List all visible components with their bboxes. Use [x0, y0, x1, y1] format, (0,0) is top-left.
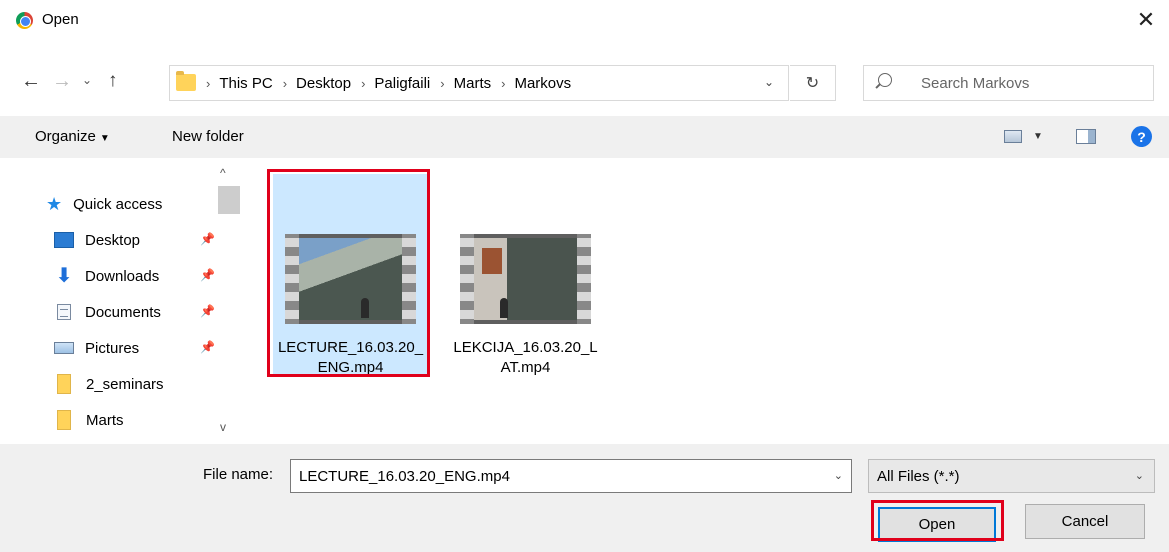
breadcrumb-separator-icon[interactable]: ›	[361, 76, 365, 91]
breadcrumb-separator-icon[interactable]: ›	[283, 76, 287, 91]
sidebar-item-downloads[interactable]: ⬇ Downloads	[54, 262, 160, 290]
film-strip-icon	[460, 234, 474, 324]
refresh-button[interactable]: ↻	[790, 65, 836, 101]
file-type-select[interactable]: All Files (*.*) ⌄	[868, 459, 1155, 493]
help-icon[interactable]: ?	[1131, 126, 1152, 147]
sidebar-item-2-seminars[interactable]: 2_seminars	[54, 370, 164, 398]
pictures-icon	[54, 342, 74, 354]
caret-down-icon: ▼	[99, 133, 110, 144]
scrollbar-thumb[interactable]	[218, 186, 240, 214]
sidebar-item-pictures[interactable]: Pictures	[54, 334, 139, 362]
sidebar-item-label: Pictures	[85, 339, 140, 357]
address-dropdown-chevron-icon[interactable]: ⌄	[764, 75, 774, 89]
star-icon: ★	[46, 194, 63, 214]
sidebar-item-label: Marts	[86, 411, 124, 429]
navigation-pane: ★ Quick access Desktop 📌 ⬇ Downloads 📌 D…	[0, 158, 243, 444]
chevron-down-icon[interactable]: ⌄	[834, 469, 843, 482]
video-thumbnail-icon	[460, 234, 591, 324]
sidebar-item-desktop[interactable]: Desktop	[54, 226, 140, 254]
navigation-bar: ← → ⌄ ↑ › This PC › Desktop › Paligfaili…	[0, 58, 1169, 108]
scroll-up-arrow-icon[interactable]: ^	[220, 166, 226, 180]
file-name-field-label: File name:	[203, 466, 274, 483]
sidebar-item-label: 2_seminars	[86, 375, 164, 393]
sidebar-item-documents[interactable]: Documents	[54, 298, 161, 326]
back-arrow-icon[interactable]: ←	[21, 70, 41, 93]
breadcrumb-paligfaili[interactable]: Paligfaili	[374, 75, 430, 92]
recent-locations-chevron-icon[interactable]: ⌄	[82, 73, 92, 87]
pin-icon: 📌	[200, 268, 215, 282]
annotation-highlight-box	[267, 169, 430, 377]
annotation-highlight-box	[871, 500, 1004, 541]
window-title: Open	[42, 11, 79, 28]
video-frame	[474, 238, 577, 320]
breadcrumb-markovs[interactable]: Markovs	[514, 75, 571, 92]
cancel-button[interactable]: Cancel	[1025, 504, 1145, 539]
file-name-label: LEKCIJA_16.03.20_LAT.mp4	[453, 339, 598, 376]
desktop-icon	[54, 232, 74, 248]
file-name-field[interactable]: LECTURE_16.03.20_ENG.mp4 ⌄	[290, 459, 852, 493]
breadcrumb-separator-icon[interactable]: ›	[440, 76, 444, 91]
film-strip-icon	[577, 234, 591, 324]
breadcrumb-marts[interactable]: Marts	[454, 75, 492, 92]
file-list: LECTURE_16.03.20_ENG.mp4 LEKCIJA_16.03.2…	[243, 158, 1169, 444]
title-bar: Open ✕	[0, 0, 1169, 40]
documents-icon	[57, 304, 71, 320]
view-options-caret-icon[interactable]: ▼	[1033, 131, 1043, 142]
folder-icon	[57, 410, 71, 430]
sidebar-item-label: Downloads	[85, 267, 160, 285]
sidebar-item-quick-access[interactable]: ★ Quick access	[46, 190, 162, 218]
sidebar-item-marts[interactable]: Marts	[54, 406, 124, 434]
sidebar-item-label: Desktop	[85, 231, 141, 249]
download-icon: ⬇	[55, 265, 73, 287]
file-type-value: All Files (*.*)	[877, 468, 960, 485]
address-bar[interactable]: › This PC › Desktop › Paligfaili › Marts…	[169, 65, 789, 101]
pin-icon: 📌	[200, 304, 215, 318]
close-button[interactable]: ✕	[1123, 0, 1169, 40]
organize-button[interactable]: Organize ▼	[35, 128, 110, 145]
command-toolbar: Organize ▼ New folder ▼ ?	[0, 116, 1169, 158]
sidebar-item-label: Documents	[85, 303, 161, 321]
scroll-down-arrow-icon[interactable]: v	[220, 420, 226, 434]
organize-label: Organize	[35, 128, 96, 145]
chrome-icon	[16, 12, 33, 29]
folder-icon	[176, 71, 196, 91]
search-icon	[878, 73, 892, 87]
change-view-icon[interactable]	[1004, 130, 1022, 143]
breadcrumb-separator-icon[interactable]: ›	[501, 76, 505, 91]
breadcrumb-this-pc[interactable]: This PC	[219, 75, 272, 92]
folder-icon	[57, 374, 71, 394]
file-item-lekcija-lat[interactable]: LEKCIJA_16.03.20_LAT.mp4	[448, 174, 603, 376]
pin-icon: 📌	[200, 340, 215, 354]
lecturer-figure	[500, 298, 508, 318]
open-file-dialog: Open ✕ ← → ⌄ ↑ › This PC › Desktop › Pal…	[0, 0, 1169, 552]
chevron-down-icon: ⌄	[1134, 470, 1144, 482]
pin-icon: 📌	[200, 232, 215, 246]
breadcrumb: › This PC › Desktop › Paligfaili › Marts…	[204, 75, 579, 92]
breadcrumb-separator-icon[interactable]: ›	[206, 76, 210, 91]
sidebar-item-label: Quick access	[73, 195, 163, 213]
breadcrumb-desktop[interactable]: Desktop	[296, 75, 351, 92]
forward-arrow-icon[interactable]: →	[52, 70, 72, 93]
dialog-footer: File name: LECTURE_16.03.20_ENG.mp4 ⌄ Al…	[0, 444, 1169, 552]
search-placeholder: Search Markovs	[921, 75, 1030, 92]
search-input[interactable]: Search Markovs	[863, 65, 1154, 101]
new-folder-button[interactable]: New folder	[172, 128, 244, 145]
preview-pane-icon[interactable]	[1076, 129, 1096, 144]
up-arrow-icon[interactable]: ↑	[108, 70, 118, 92]
file-name-value: LECTURE_16.03.20_ENG.mp4	[299, 468, 510, 485]
